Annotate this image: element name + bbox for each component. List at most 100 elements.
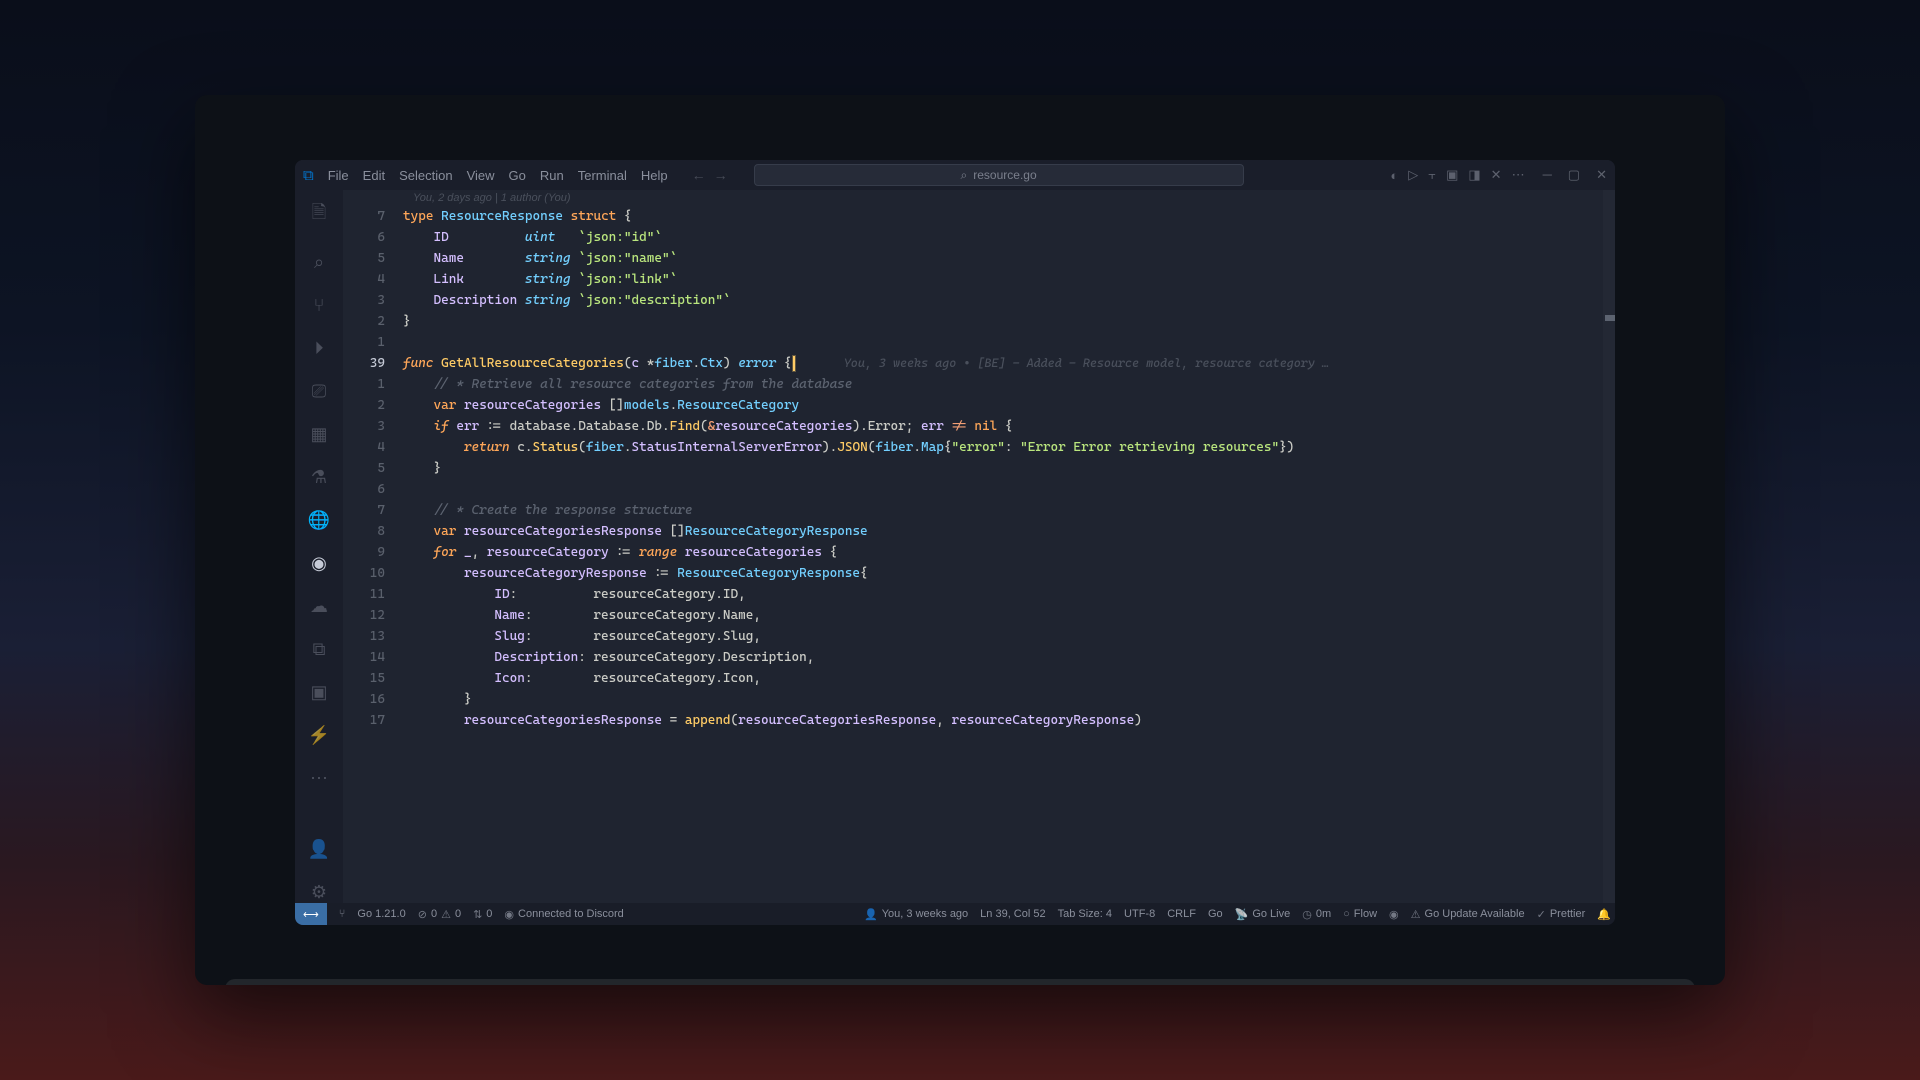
code-line[interactable]: 7 // * Create the response structure [343,500,1615,521]
panel-icon[interactable]: ▣ [1446,167,1458,183]
line-number: 9 [343,542,403,563]
line-number: 5 [343,248,403,269]
copilot-icon[interactable]: ◉ [311,553,327,574]
code-line[interactable]: 14 Description: resourceCategory.Descrip… [343,647,1615,668]
activity-bar: 🗎 ⌕ ⑂ ⏵ ⎚ ▦ ⚗ 🌐 ◉ ☁ ⧉ ▣ ⚡ ⋯ 👤 ⚙ [295,190,343,903]
code-line[interactable]: 1 // * Retrieve all resource categories … [343,374,1615,395]
editor[interactable]: You, 2 days ago | 1 author (You) 7type R… [343,190,1615,903]
code-line[interactable]: 3 if err := database.Database.Db.Find(&r… [343,416,1615,437]
code-line[interactable]: 15 Icon: resourceCategory.Icon, [343,668,1615,689]
menu-terminal[interactable]: Terminal [578,168,627,183]
code-line[interactable]: 5 Name string `json:"name"` [343,248,1615,269]
source-control-icon[interactable]: ⑂ [314,295,325,316]
code-line[interactable]: 3 Description string `json:"description"… [343,290,1615,311]
code-line[interactable]: 4 return c.Status(fiber.StatusInternalSe… [343,437,1615,458]
toggle-icon[interactable]: ◐ [1390,168,1398,183]
layout-icon[interactable]: ◨ [1468,167,1480,183]
code-line[interactable]: 11 ID: resourceCategory.ID, [343,584,1615,605]
graph-icon[interactable]: ⧉ [313,639,326,660]
code-area[interactable]: 7type ResourceResponse struct {6 ID uint… [343,206,1615,903]
code-line[interactable]: 39func GetAllResourceCategories(c *fiber… [343,353,1615,374]
problems[interactable]: ⊘0 ⚠0 [418,908,461,921]
encoding[interactable]: UTF-8 [1124,908,1155,921]
code-line[interactable]: 8 var resourceCategoriesResponse []Resou… [343,521,1615,542]
code-line[interactable]: 10 resourceCategoryResponse := ResourceC… [343,563,1615,584]
ports[interactable]: ⇅0 [473,908,492,921]
code-line[interactable]: 6 ID uint `json:"id"` [343,227,1615,248]
globe-icon[interactable]: 🌐 [308,510,330,531]
flow[interactable]: ○Flow [1343,908,1377,921]
extensions-icon[interactable]: ▦ [310,424,327,445]
search-icon[interactable]: ⌕ [314,252,324,273]
bell-icon[interactable]: 🔔 [1597,908,1611,921]
minimize-icon[interactable]: ─ [1543,167,1552,183]
maximize-icon[interactable]: ▢ [1568,167,1580,183]
copilot-icon: ◉ [1389,908,1399,921]
code-line[interactable]: 5 } [343,458,1615,479]
search-label: resource.go [973,168,1036,182]
play-icon[interactable]: ▷ [1408,167,1418,183]
menu-edit[interactable]: Edit [363,168,385,183]
tab-size[interactable]: Tab Size: 4 [1058,908,1112,921]
line-number: 3 [343,290,403,311]
close-panel-icon[interactable]: ✕ [1491,167,1502,183]
go-live[interactable]: 📡Go Live [1235,908,1291,921]
close-icon[interactable]: ✕ [1596,167,1607,183]
window-frame: ⧉ File Edit Selection View Go Run Terminal Help… [195,95,1725,985]
code-line[interactable]: 6 [343,479,1615,500]
blame-status[interactable]: 👤You, 3 weeks ago [864,908,968,921]
code-line[interactable]: 7type ResourceResponse struct { [343,206,1615,227]
line-number: 4 [343,437,403,458]
menu-go[interactable]: Go [509,168,526,183]
menu-run[interactable]: Run [540,168,564,183]
go-version[interactable]: Go 1.21.0 [357,908,405,920]
stack-shadow-1 [225,979,1695,985]
menu-help[interactable]: Help [641,168,668,183]
prettier[interactable]: ✓Prettier [1537,908,1586,921]
remote-indicator[interactable]: ⟷ [295,903,327,925]
cursor-pos[interactable]: Ln 39, Col 52 [980,908,1045,921]
eol[interactable]: CRLF [1167,908,1196,921]
line-number: 1 [343,332,403,353]
line-number: 2 [343,311,403,332]
line-number: 16 [343,689,403,710]
go-update[interactable]: ⚠Go Update Available [1411,908,1525,921]
back-icon[interactable]: ← [692,167,706,183]
code-line[interactable]: 17 resourceCategoriesResponse = append(r… [343,710,1615,731]
code-line[interactable]: 2 var resourceCategories []models.Resour… [343,395,1615,416]
code-line[interactable]: 2} [343,311,1615,332]
overflow-icon[interactable]: ⋯ [310,768,328,789]
command-center[interactable]: ⌕ resource.go [754,164,1244,186]
debug-icon[interactable]: ⏵ [315,338,324,359]
code-line[interactable]: 9 for _, resourceCategory := range resou… [343,542,1615,563]
forward-icon[interactable]: → [714,167,728,183]
discord-status[interactable]: ◉Connected to Discord [504,908,623,921]
settings-icon[interactable]: ⚙ [311,882,327,903]
branch-indicator[interactable]: ⑂ [339,908,346,920]
language-mode[interactable]: Go [1208,908,1223,921]
line-number: 1 [343,374,403,395]
menu-view[interactable]: View [467,168,495,183]
time-tracking[interactable]: ◷0m [1302,908,1331,921]
line-number: 17 [343,710,403,731]
bolt-icon[interactable]: ⚡ [308,725,330,746]
copilot-status[interactable]: ◉ [1389,908,1399,921]
menu-file[interactable]: File [328,168,349,183]
code-line[interactable]: 16 } [343,689,1615,710]
remote-icon[interactable]: ⎚ [312,381,326,402]
menu-selection[interactable]: Selection [399,168,452,183]
split-icon[interactable]: ⫟ [1428,167,1436,183]
code-line[interactable]: 13 Slug: resourceCategory.Slug, [343,626,1615,647]
more-icon[interactable]: ⋯ [1512,167,1525,183]
discord-icon: ◉ [504,908,514,921]
testing-icon[interactable]: ⚗ [311,467,327,488]
explorer-icon[interactable]: 🗎 [312,200,326,230]
code-line[interactable]: 12 Name: resourceCategory.Name, [343,605,1615,626]
minimap[interactable] [1603,190,1615,903]
cloud-icon[interactable]: ☁ [310,596,328,617]
line-number: 7 [343,206,403,227]
code-line[interactable]: 1 [343,332,1615,353]
account-icon[interactable]: 👤 [308,839,330,860]
code-line[interactable]: 4 Link string `json:"link"` [343,269,1615,290]
box-icon[interactable]: ▣ [310,682,327,703]
